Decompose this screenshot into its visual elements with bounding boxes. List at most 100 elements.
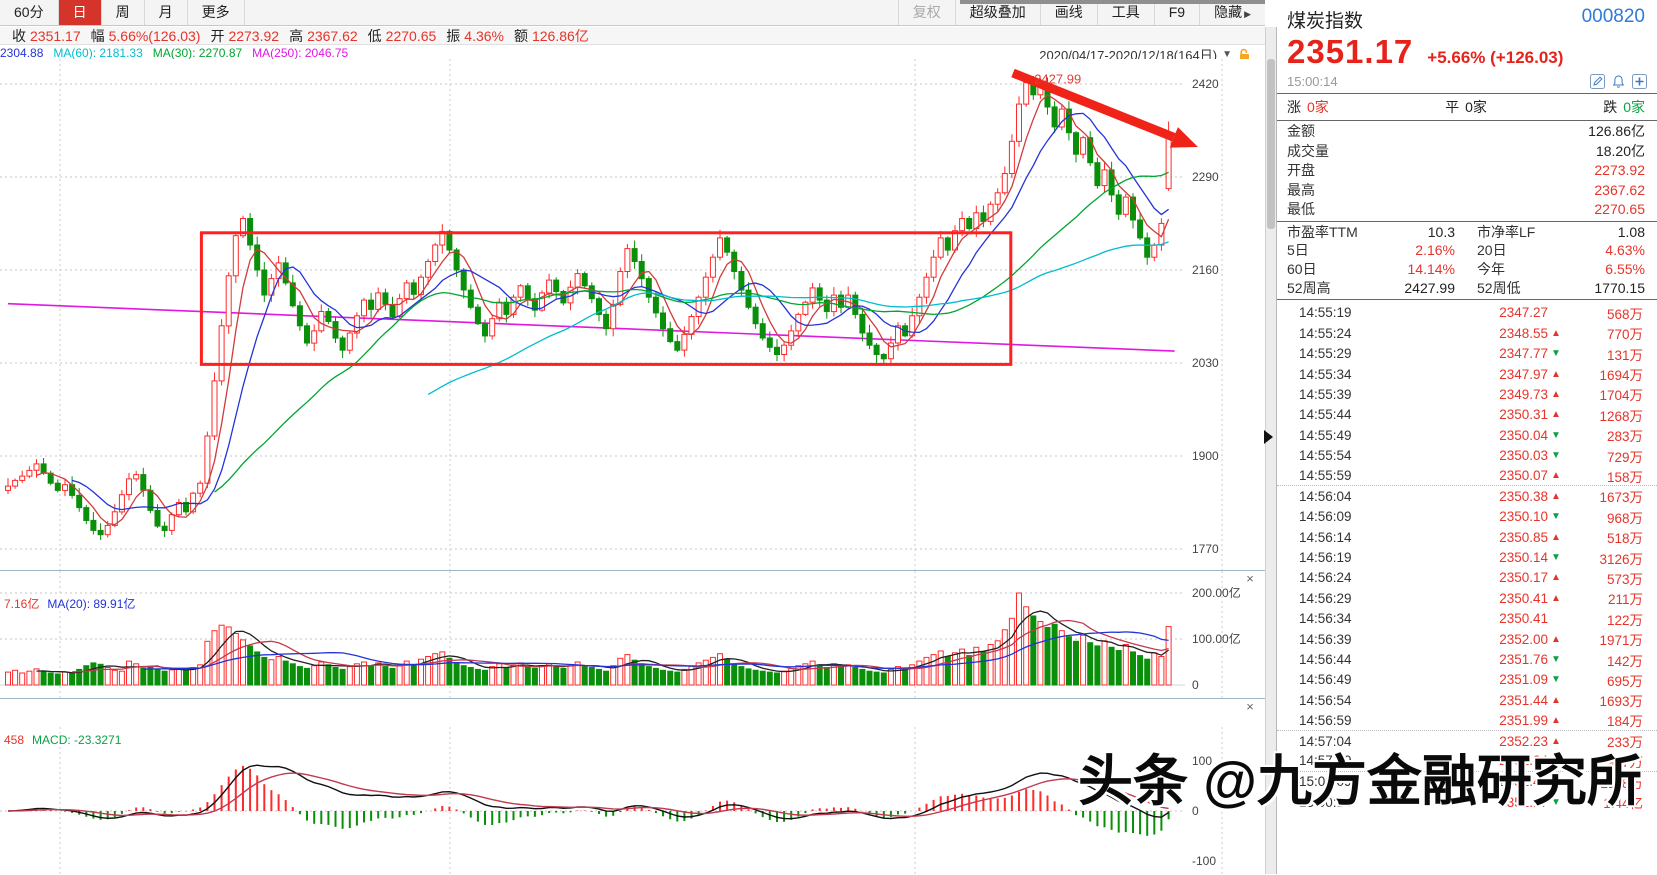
- tick-volume: 695万: [1606, 673, 1643, 689]
- tick-down-arrow-icon: ▼: [1551, 450, 1561, 462]
- breadth-item: 平 0家: [1445, 99, 1487, 115]
- tick-up-arrow-icon: ▲: [1551, 470, 1561, 481]
- stat-label: 高: [289, 27, 304, 44]
- toolbar-button-复权[interactable]: 复权: [897, 0, 955, 25]
- tick-row[interactable]: 14:55:39 2349.73 ▲ 1704万: [1277, 384, 1657, 404]
- tick-volume: 968万: [1606, 510, 1643, 526]
- tick-down-arrow-icon: ▼: [1551, 552, 1561, 564]
- quote-row-开盘: 开盘 2273.92: [1287, 162, 1645, 178]
- ma-values: 2304.88 MA(60): 2181.33 MA(30): 2270.87 MA(…: [0, 46, 358, 60]
- price-change: +5.66% (+126.03): [1427, 48, 1564, 67]
- tick-row[interactable]: 14:56:49 2351.09 ▼ 695万: [1277, 670, 1657, 690]
- tick-time: 14:55:49: [1299, 427, 1352, 443]
- ma-value: MA(250): 2046.75: [252, 45, 349, 60]
- tick-row[interactable]: 14:55:49 2350.04 ▼ 283万: [1277, 425, 1657, 445]
- tick-price: 2350.04: [1499, 427, 1548, 443]
- stat-value: 126.86亿: [531, 27, 589, 44]
- tick-row[interactable]: 14:55:24 2348.55 ▲ 770万: [1277, 323, 1657, 343]
- tick-volume: 211万: [1607, 592, 1643, 608]
- volume-pane[interactable]: 7.16亿 MA(20): 89.91亿 × 200.00亿 100.00亿 0: [0, 570, 1265, 699]
- grid-cell-20日: 20日 4.63%: [1477, 242, 1645, 259]
- macd-pane[interactable]: 458 MACD: -23.3271 × 100 0 -100: [0, 698, 1265, 875]
- tick-row[interactable]: 14:55:54 2350.03 ▼ 729万: [1277, 445, 1657, 465]
- svg-text:0: 0: [1192, 678, 1199, 692]
- tick-volume: 3126万: [1599, 551, 1643, 567]
- tick-row[interactable]: 14:56:44 2351.76 ▼ 142万: [1277, 649, 1657, 669]
- app-root: 60分日周月更多 复权 超级叠加 画线 工具 F9 隐藏 ▶ 收 2351.17 幅 5.66%(…: [0, 0, 1657, 875]
- tick-row[interactable]: 14:56:04 2350.38 ▲ 1673万: [1277, 486, 1657, 506]
- tick-volume: 568万: [1606, 306, 1643, 322]
- tick-time: 14:55:59: [1299, 468, 1352, 483]
- stat-value: 2367.62: [307, 27, 358, 44]
- candlestick-chart[interactable]: 2420 2290 2160 2030 1900 1770 2427.99: [0, 59, 1265, 570]
- tick-row[interactable]: 14:56:29 2350.41 ▲ 211万: [1277, 588, 1657, 608]
- stat-label: 振: [446, 27, 461, 44]
- tick-row[interactable]: 14:56:14 2350.85 ▲ 518万: [1277, 527, 1657, 547]
- collapse-panel-arrow[interactable]: [1264, 430, 1273, 444]
- ma-indicator-bar: 2304.88 MA(60): 2181.33 MA(30): 2270.87 MA(…: [0, 46, 1265, 63]
- tick-time: 14:55:29: [1299, 346, 1352, 362]
- tick-time: 14:56:14: [1299, 529, 1352, 545]
- grid-cell-市净率LF: 市净率LF 1.08: [1477, 223, 1645, 240]
- stat-label: 收: [12, 27, 26, 44]
- tick-row[interactable]: 14:55:29 2347.77 ▼ 131万: [1277, 343, 1657, 363]
- volume-chart[interactable]: 200.00亿 100.00亿 0: [0, 571, 1265, 699]
- tick-row[interactable]: 14:56:09 2350.10 ▼ 968万: [1277, 507, 1657, 527]
- tick-row[interactable]: 14:56:59 2351.99 ▲ 184万: [1277, 711, 1657, 731]
- tick-price: 2350.14: [1499, 550, 1548, 566]
- tab-60分[interactable]: 60分: [0, 0, 59, 25]
- tab-日[interactable]: 日: [58, 0, 102, 25]
- last-price: 2351.17: [1287, 33, 1414, 70]
- tick-row[interactable]: 14:55:59 2350.07 ▲ 158万: [1277, 466, 1657, 487]
- tick-row[interactable]: 14:56:24 2350.17 ▲ 573万: [1277, 568, 1657, 588]
- ma-value: MA(30): 2270.87: [152, 45, 243, 60]
- tick-volume: 1268万: [1599, 408, 1643, 424]
- tick-row[interactable]: 14:55:44 2350.31 ▲ 1268万: [1277, 405, 1657, 425]
- scrollbar-thumb[interactable]: [1267, 59, 1275, 229]
- tick-down-arrow-icon: ▼: [1551, 429, 1561, 441]
- tick-volume: 573万: [1606, 571, 1643, 587]
- market-breadth-row: 涨 0家 平 0家 跌 0家: [1277, 93, 1657, 121]
- macd-header-value: 458: [4, 733, 25, 747]
- tick-row[interactable]: 14:56:54 2351.44 ▲ 1693万: [1277, 690, 1657, 710]
- breadth-item: 跌 0家: [1603, 99, 1645, 115]
- tick-row[interactable]: 14:56:19 2350.14 ▼ 3126万: [1277, 547, 1657, 567]
- main-candlestick-pane[interactable]: 2420 2290 2160 2030 1900 1770 2427.99: [0, 59, 1265, 570]
- stat-value: 2273.92: [228, 27, 280, 44]
- tick-row[interactable]: 14:55:34 2347.97 ▲ 1694万: [1277, 364, 1657, 384]
- tick-price: 2350.31: [1499, 407, 1548, 423]
- tick-volume: 729万: [1606, 449, 1643, 465]
- macd-chart[interactable]: 1000-100: [0, 699, 1265, 875]
- breadth-item: 涨 0家: [1287, 99, 1329, 115]
- tick-down-arrow-icon: ▼: [1551, 654, 1561, 666]
- close-macd-pane-icon[interactable]: ×: [1243, 700, 1257, 714]
- tick-row[interactable]: 14:55:19 2347.27 568万: [1277, 303, 1657, 323]
- alert-bell-icon[interactable]: [1611, 74, 1626, 89]
- tick-price: 2349.73: [1499, 386, 1548, 402]
- period-tabs: 60分日周月更多: [0, 0, 245, 25]
- tick-price: 2347.77: [1499, 346, 1548, 362]
- add-plus-icon[interactable]: [1632, 73, 1647, 89]
- edit-pencil-icon[interactable]: [1590, 73, 1605, 89]
- tick-row[interactable]: 14:56:34 2350.41 122万: [1277, 609, 1657, 629]
- tick-up-arrow-icon: ▲: [1551, 409, 1561, 421]
- tick-up-arrow-icon: ▲: [1551, 694, 1561, 706]
- tick-volume: 184万: [1606, 714, 1643, 730]
- stat-value: 2351.17: [30, 27, 81, 44]
- svg-text:-100: -100: [1192, 854, 1216, 868]
- tick-volume: 770万: [1606, 327, 1643, 343]
- tick-price: 2350.07: [1499, 468, 1548, 483]
- svg-text:1770: 1770: [1192, 542, 1219, 556]
- ohlc-stats-bar: 收 2351.17 幅 5.66%(126.03) 开 2273.92 高 2367.62 低 2…: [0, 27, 1265, 45]
- tab-月[interactable]: 月: [145, 0, 188, 25]
- watermark: 头条 @九方金融研究所: [1078, 750, 1642, 812]
- tick-price: 2350.41: [1499, 611, 1548, 627]
- tick-volume: 283万: [1606, 429, 1643, 445]
- tab-更多[interactable]: 更多: [188, 0, 245, 25]
- tick-row[interactable]: 14:56:39 2352.00 ▲ 1971万: [1277, 629, 1657, 649]
- tab-周[interactable]: 周: [102, 0, 145, 25]
- tick-up-arrow-icon: ▲: [1551, 592, 1561, 604]
- tick-volume: 1704万: [1599, 388, 1643, 404]
- close-volume-pane-icon[interactable]: ×: [1243, 572, 1257, 586]
- grid-cell-市盈率TTM: 市盈率TTM 10.3: [1287, 223, 1455, 240]
